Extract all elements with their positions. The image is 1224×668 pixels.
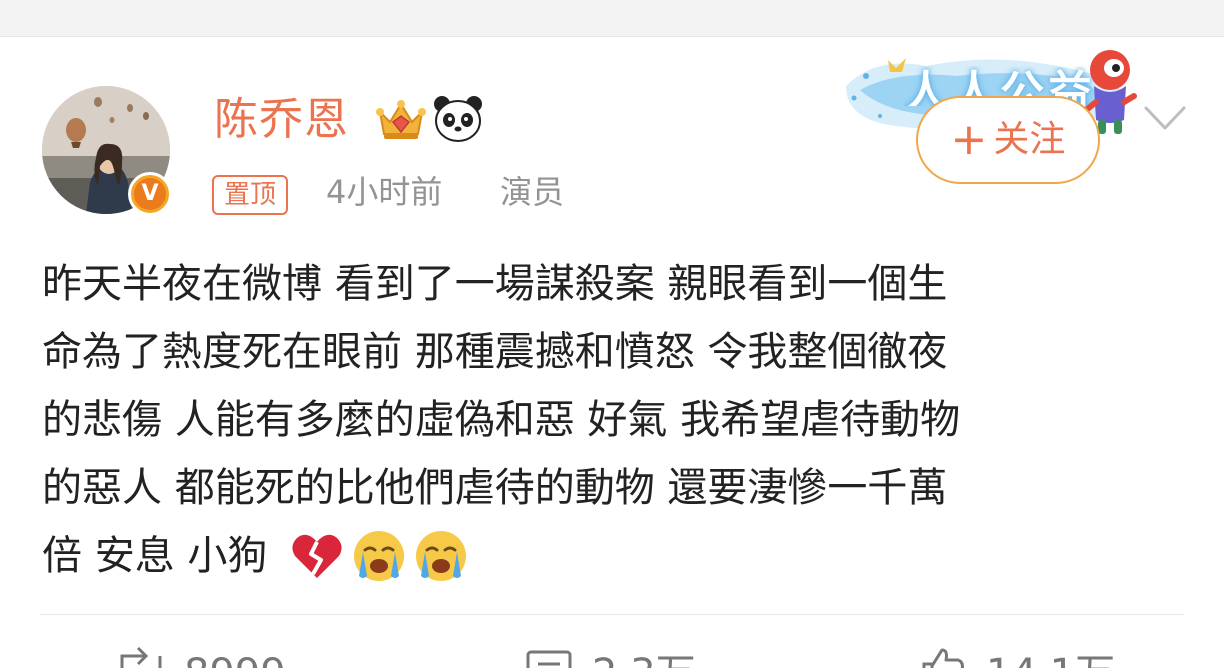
weibo-post-screen: V 陈乔恩 置顶 4小时前 演员 人人公益 + 关注 昨天半夜在微博 看到了一場… <box>0 0 1224 668</box>
verified-badge: V <box>128 172 172 216</box>
like-count: 14.1万 <box>986 652 1115 668</box>
verified-v-icon: V <box>134 178 166 210</box>
top-strip <box>0 0 1224 37</box>
post-timestamp: 4小时前 <box>326 173 443 211</box>
panda-icon <box>434 96 482 142</box>
comment-icon <box>526 650 572 668</box>
crying-face-icon <box>354 531 405 581</box>
repost-icon <box>120 646 162 668</box>
thumbs-up-icon <box>922 648 964 668</box>
post-body: 昨天半夜在微博 看到了一場謀殺案 親眼看到一個生 命為了熱度死在眼前 那種震撼和… <box>42 250 1192 590</box>
post-body-line: 倍 安息 小狗 <box>42 533 268 579</box>
post-body-line: 命為了熱度死在眼前 那種震撼和憤怒 令我整個徹夜 <box>42 329 948 375</box>
comment-button[interactable]: 2.3万 <box>524 644 696 668</box>
broken-heart-icon <box>292 534 343 578</box>
crown-icon <box>376 100 426 139</box>
post-body-line: 的悲傷 人能有多麼的虛偽和惡 好氣 我希望虐待動物 <box>42 397 961 443</box>
repost-count: 8999 <box>184 652 286 668</box>
username[interactable]: 陈乔恩 <box>214 92 349 148</box>
follow-button[interactable]: + 关注 <box>916 96 1100 184</box>
post-body-line: 昨天半夜在微博 看到了一場謀殺案 親眼看到一個生 <box>42 261 948 307</box>
plus-icon: + <box>950 114 988 165</box>
comment-count: 2.3万 <box>592 652 696 668</box>
repost-button[interactable]: 8999 <box>116 644 286 668</box>
divider <box>40 614 1184 615</box>
follow-label: 关注 <box>993 119 1066 160</box>
post-body-line: 的惡人 都能死的比他們虐待的動物 還要淒慘一千萬 <box>42 465 948 511</box>
crying-face-icon <box>416 531 467 581</box>
post-body-last-line: 倍 安息 小狗 <box>42 522 1192 590</box>
chevron-down-icon[interactable] <box>1140 100 1190 136</box>
like-button[interactable]: 14.1万 <box>918 644 1115 668</box>
author-role: 演员 <box>500 173 565 211</box>
pinned-badge: 置顶 <box>212 175 289 215</box>
